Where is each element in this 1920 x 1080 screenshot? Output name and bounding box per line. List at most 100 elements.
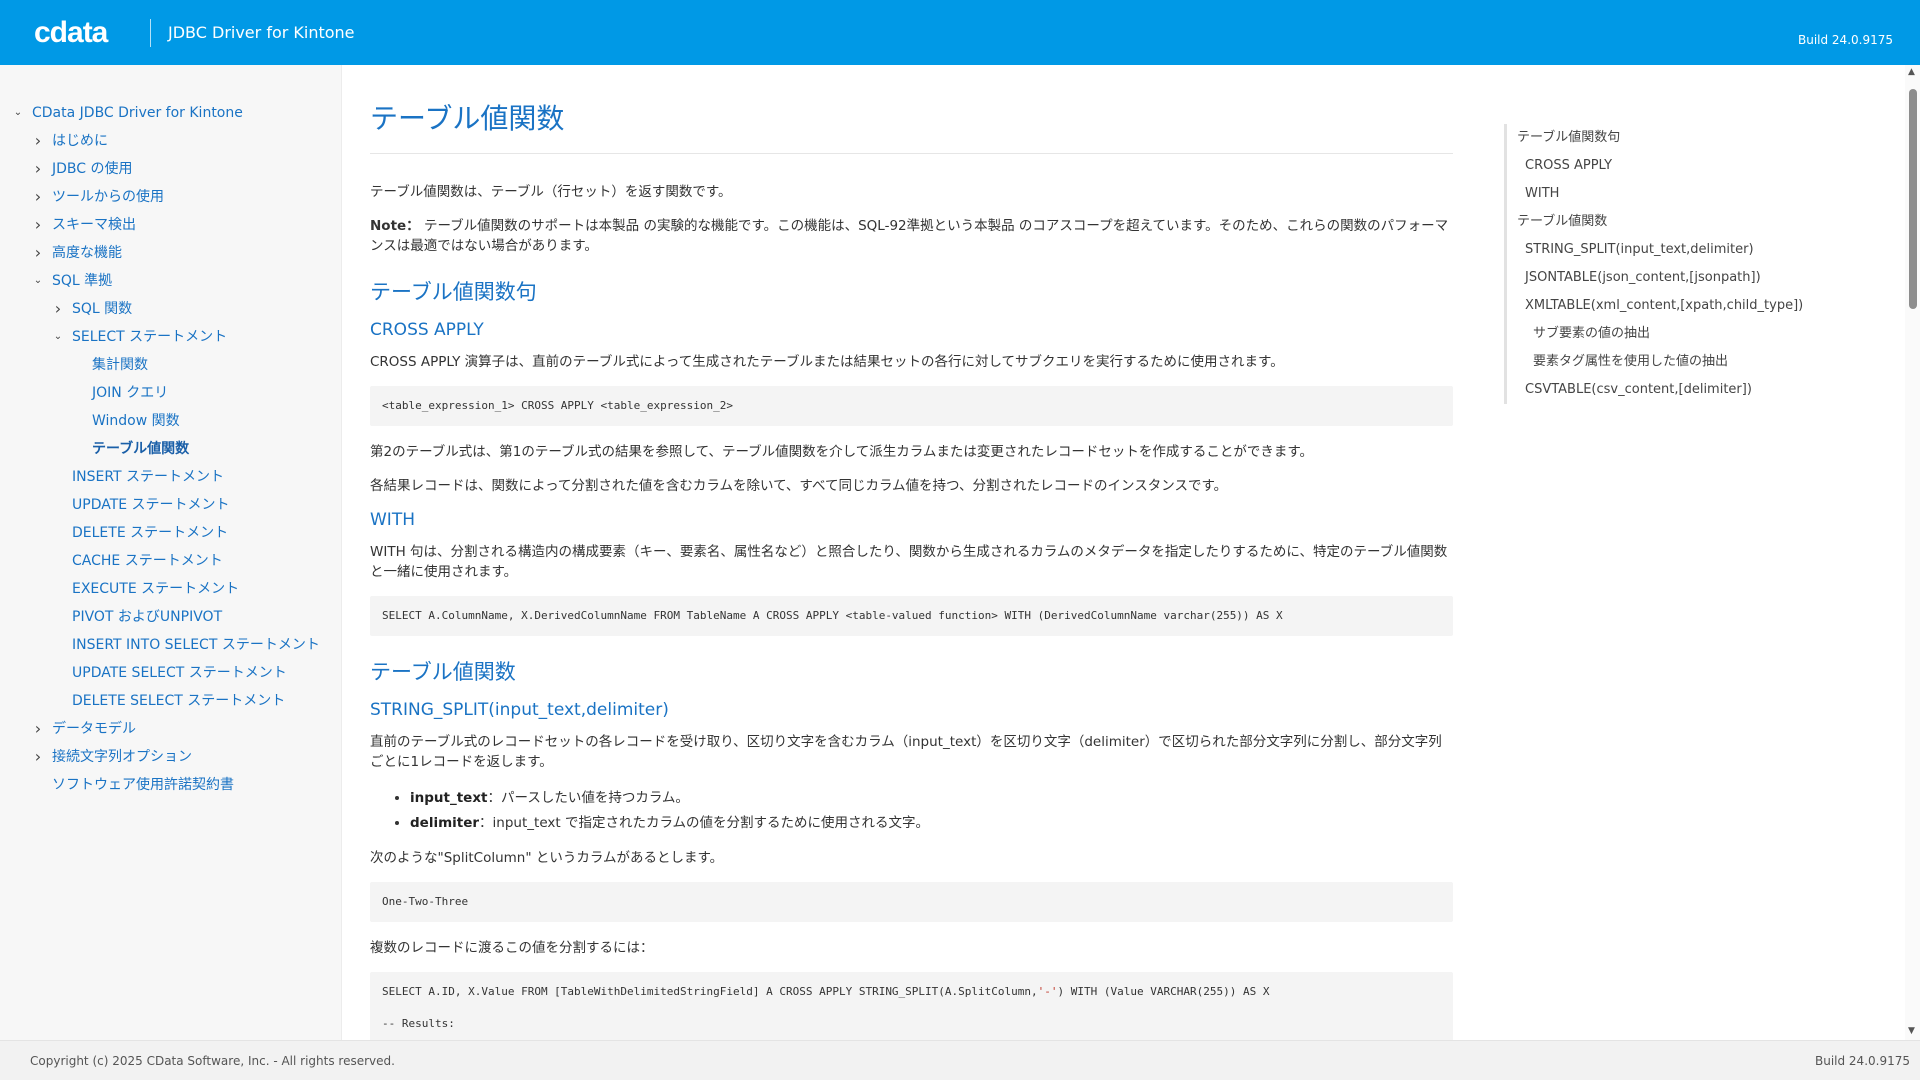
sidebar-item[interactable]: › ツールからの使用 [0,183,341,211]
toc-link[interactable]: XMLTABLE(xml_content,[xpath,child_type]) [1517,292,1804,320]
sidebar-item[interactable]: DELETE SELECT ステートメント [0,687,341,715]
sidebar-item-label: DELETE ステートメント [72,525,229,541]
param-name: input_text [410,790,488,806]
footer-build-label: Build 24.0.9175 [1814,1054,1910,1068]
sidebar-nav: ⌄ CData JDBC Driver for Kintone › はじめに › JDBC… [0,65,342,1040]
sidebar-item[interactable]: › スキーマ検出 [0,211,341,239]
code-text: ) WITH (Value VARCHAR(255)) AS X [1057,985,1270,998]
sidebar-item-label: JDBC の使用 [52,161,133,177]
chevron-right-icon[interactable]: › [52,295,64,323]
sidebar-item[interactable]: JOIN クエリ [0,379,341,407]
code-block-split-query[interactable]: SELECT A.ID, X.Value FROM [TableWithDeli… [370,972,1453,1040]
toc-link[interactable]: CROSS APPLY [1517,152,1804,180]
scroll-down-arrow-icon[interactable]: ▼ [1908,1026,1915,1036]
sidebar-item[interactable]: › データモデル [0,715,341,743]
toc-link[interactable]: STRING_SPLIT(input_text,delimiter) [1517,236,1804,264]
sidebar-item-label: SELECT ステートメント [72,329,228,345]
sidebar-item-label: PIVOT およびUNPIVOT [72,609,223,625]
sidebar-item-label: スキーマ検出 [52,217,136,233]
toc-link[interactable]: サブ要素の値の抽出 [1517,320,1804,348]
chevron-right-icon[interactable]: › [32,743,44,771]
sidebar-item[interactable]: › 接続文字列オプション [0,743,341,771]
sidebar-item-label: INSERT INTO SELECT ステートメント [72,637,320,653]
sidebar-item-label: DELETE SELECT ステートメント [72,693,286,709]
sidebar-item-label: EXECUTE ステートメント [72,581,240,597]
code-block-cross-apply[interactable]: <table_expression_1> CROSS APPLY <table_… [370,386,1453,426]
sidebar-item[interactable]: › 高度な機能 [0,239,341,267]
list-item: delimiter：input_text で指定されたカラムの値を分割するために… [410,811,1453,836]
sidebar-item[interactable]: UPDATE ステートメント [0,491,341,519]
string-split-description: 直前のテーブル式のレコードセットの各レコードを受け取り、区切り文字を含むカラム（… [370,734,1442,770]
sidebar-item-label: SQL 関数 [72,301,133,317]
sidebar-item[interactable]: EXECUTE ステートメント [0,575,341,603]
sidebar-item[interactable]: Window 関数 [0,407,341,435]
chevron-right-icon[interactable]: › [32,183,44,211]
sidebar-item-label: SQL 準拠 [52,273,113,289]
param-name: delimiter [410,815,480,831]
toc-link[interactable]: テーブル値関数句 [1517,124,1804,152]
page-title: テーブル値関数 [370,97,1453,154]
chevron-down-icon[interactable]: ⌄ [52,323,64,351]
toc-link[interactable]: WITH [1517,180,1804,208]
cross-apply-paragraph-3: 各結果レコードは、関数によって分割された値を含むカラムを除いて、すべて同じカラム… [370,478,1228,494]
sidebar-item[interactable]: INSERT ステートメント [0,463,341,491]
sidebar-item-label: テーブル値関数 [92,441,190,457]
intro-text: テーブル値関数は、テーブル（行セット）を返す関数です。 [370,184,732,200]
chevron-down-icon[interactable]: ⌄ [32,267,44,295]
chevron-right-icon[interactable]: › [32,211,44,239]
code-block-with[interactable]: SELECT A.ColumnName, X.DerivedColumnName… [370,596,1453,636]
vertical-scrollbar[interactable]: ▲ ▼ [1905,65,1920,1040]
sidebar-item[interactable]: 集計関数 [0,351,341,379]
chevron-down-icon[interactable]: ⌄ [12,99,24,127]
code-block-split-example[interactable]: One-Two-Three [370,882,1453,922]
sidebar-item[interactable]: UPDATE SELECT ステートメント [0,659,341,687]
scroll-thumb[interactable] [1909,89,1917,309]
sidebar-item-label: 集計関数 [92,357,148,373]
cross-apply-paragraph-2: 第2のテーブル式は、第1のテーブル式の結果を参照して、テーブル値関数を介して派生… [370,444,1314,460]
toc-link[interactable]: JSONTABLE(json_content,[jsonpath]) [1517,264,1804,292]
sidebar-item[interactable]: INSERT INTO SELECT ステートメント [0,631,341,659]
sidebar-item-label: データモデル [52,721,136,737]
top-header: cdata JDBC Driver for Kintone Build 24.0… [0,0,1920,65]
page-footer: Copyright (c) 2025 CData Software, Inc. … [0,1040,1920,1080]
code-text: SELECT A.ID, X.Value FROM [TableWithDeli… [382,985,1038,998]
sidebar-item[interactable]: ⌄ CData JDBC Driver for Kintone [0,99,341,127]
chevron-right-icon[interactable]: › [32,239,44,267]
sidebar-item-label: UPDATE ステートメント [72,497,230,513]
sidebar-item-label: JOIN クエリ [92,385,169,401]
toc-link[interactable]: テーブル値関数 [1517,208,1804,236]
toc-link[interactable]: CSVTABLE(csv_content,[delimiter]) [1517,376,1804,404]
chevron-right-icon[interactable]: › [32,155,44,183]
code-string-literal: '-' [1037,985,1058,998]
scroll-up-arrow-icon[interactable]: ▲ [1908,67,1915,77]
sidebar-item[interactable]: DELETE ステートメント [0,519,341,547]
main-content: テーブル値関数 テーブル値関数は、テーブル（行セット）を返す関数です。 Note… [370,65,1453,1040]
sidebar-item[interactable]: ソフトウェア使用許諾契約書 [0,771,341,799]
split-query-intro: 複数のレコードに渡るこの値を分割するには： [370,940,654,956]
sidebar-item-label: ツールからの使用 [52,189,164,205]
sidebar-item-label: ソフトウェア使用許諾契約書 [52,777,234,793]
code-comment: -- Results: [382,1017,455,1030]
sidebar-item-label: INSERT ステートメント [72,469,225,485]
sidebar-item[interactable]: › はじめに [0,127,341,155]
chevron-right-icon[interactable]: › [32,127,44,155]
sidebar-item[interactable]: PIVOT およびUNPIVOT [0,603,341,631]
heading-with: WITH [370,510,415,530]
sidebar-item[interactable]: ⌄ SELECT ステートメント [0,323,341,351]
sidebar-item-label: CData JDBC Driver for Kintone [32,105,243,121]
param-desc: ：パースしたい値を持つカラム。 [487,790,689,806]
sidebar-item-label: UPDATE SELECT ステートメント [72,665,287,681]
header-build-label: Build 24.0.9175 [1797,33,1893,47]
note-text: テーブル値関数のサポートは本製品 の実験的な機能です。この機能は、SQL-92準… [370,218,1449,254]
cdata-logo[interactable]: cdata [34,16,134,50]
sidebar-item[interactable]: CACHE ステートメント [0,547,341,575]
split-example-intro: 次のような"SplitColumn" というカラムがあるとします。 [370,850,724,866]
chevron-right-icon[interactable]: › [32,715,44,743]
sidebar-item[interactable]: テーブル値関数 [0,435,341,463]
sidebar-item[interactable]: › JDBC の使用 [0,155,341,183]
toc-link[interactable]: 要素タグ属性を使用した値の抽出 [1517,348,1804,376]
sidebar-item[interactable]: › SQL 関数 [0,295,341,323]
note-label: Note： [370,218,420,234]
sidebar-item[interactable]: ⌄ SQL 準拠 [0,267,341,295]
parameter-list: input_text：パースしたい値を持つカラム。 delimiter：inpu… [410,786,1453,836]
